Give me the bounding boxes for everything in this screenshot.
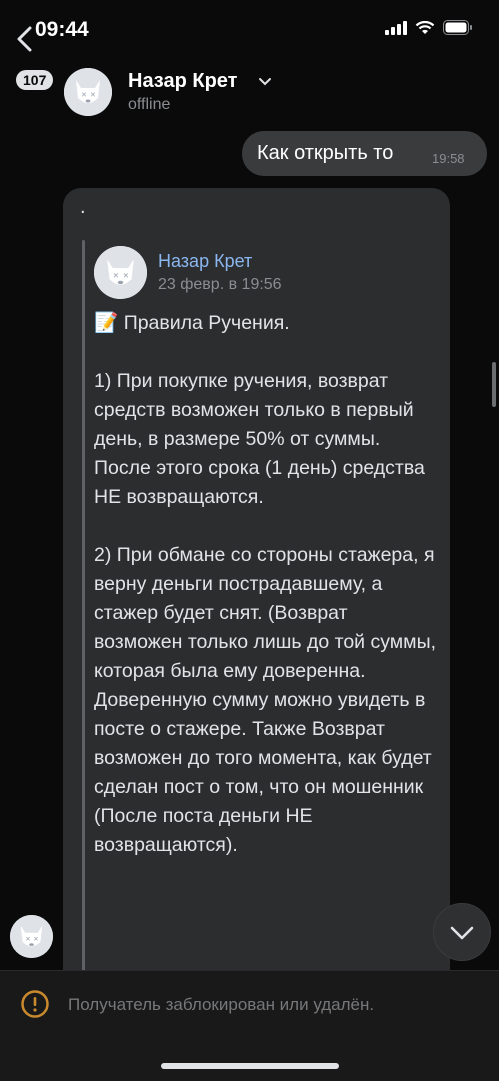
default-avatar-icon: ✕ ✕	[94, 246, 147, 299]
svg-text:✕: ✕	[33, 936, 38, 943]
forwarded-author-avatar[interactable]: ✕ ✕	[94, 246, 147, 299]
incoming-message-text: .	[80, 196, 86, 218]
blocked-notice: Получатель заблокирован или удалён.	[68, 995, 375, 1014]
default-avatar-icon: ✕ ✕	[10, 915, 53, 958]
wifi-icon	[415, 20, 435, 34]
svg-text:✕: ✕	[113, 271, 119, 280]
default-avatar-icon: ✕ ✕	[64, 68, 112, 116]
svg-text:✕: ✕	[90, 92, 96, 99]
contact-avatar[interactable]: ✕ ✕	[64, 68, 112, 116]
scroll-down-button[interactable]	[433, 903, 491, 961]
exclamation-circle-icon	[21, 990, 49, 1018]
unread-count-badge: 107	[16, 70, 54, 90]
status-bar: 09:44	[0, 0, 499, 60]
scrollbar[interactable]	[492, 362, 496, 407]
contact-status: offline	[128, 96, 171, 113]
battery-icon	[443, 20, 472, 35]
outgoing-message-time: 19:58	[432, 151, 465, 166]
svg-text:✕: ✕	[25, 936, 30, 943]
contact-name[interactable]: Назар Крет	[128, 70, 237, 93]
svg-text:✕: ✕	[123, 271, 129, 280]
svg-text:✕: ✕	[81, 92, 87, 99]
signal-icon	[385, 20, 407, 35]
forwarded-date: 23 февр. в 19:56	[158, 276, 282, 293]
forwarded-author-name[interactable]: Назар Крет	[158, 251, 252, 272]
chevron-down-icon[interactable]	[258, 74, 272, 88]
forwarded-message-text: 📝 Правила Ручения. 1) При покупке ручени…	[94, 312, 437, 856]
chevron-down-icon	[450, 926, 474, 940]
status-icons	[385, 20, 473, 35]
back-button[interactable]	[10, 10, 60, 60]
sender-avatar[interactable]: ✕ ✕	[10, 915, 53, 958]
outgoing-message-text: Как открыть то	[257, 142, 394, 164]
home-indicator[interactable]	[161, 1063, 339, 1069]
chevron-left-icon	[17, 26, 32, 52]
forward-quote-line	[82, 240, 85, 980]
